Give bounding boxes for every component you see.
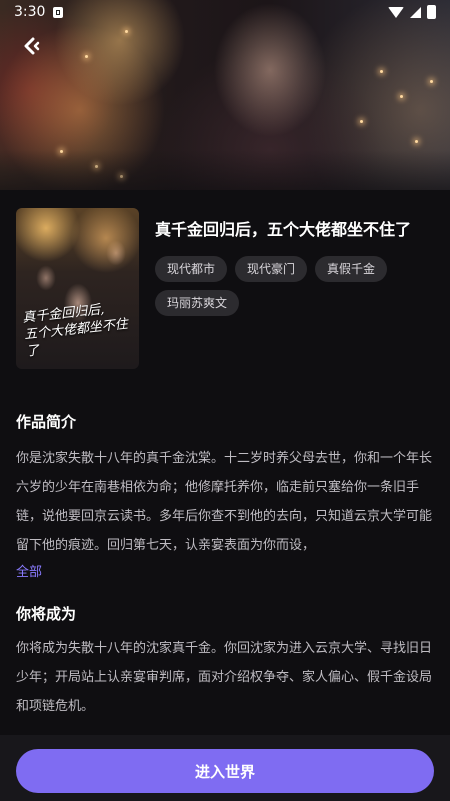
- book-cover: 真千金回归后, 五个大佬都坐不住了: [16, 208, 139, 369]
- intro-text: 你是沈家失散十八年的真千金沈棠。十二岁时养父母去世，你和一个年长六岁的少年在南巷…: [16, 451, 433, 553]
- battery-icon: [427, 5, 436, 19]
- tag[interactable]: 现代都市: [155, 256, 228, 282]
- expand-link[interactable]: 全部: [16, 561, 42, 580]
- cover-title: 真千金回归后, 五个大佬都坐不住了: [21, 302, 129, 360]
- tag-list: 现代都市 现代豪门 真假千金 玛丽苏爽文: [155, 256, 435, 316]
- tag[interactable]: 玛丽苏爽文: [155, 290, 240, 316]
- tag[interactable]: 现代豪门: [235, 256, 308, 282]
- wifi-icon: [388, 6, 404, 18]
- status-time: 3:30: [14, 4, 46, 20]
- tag[interactable]: 真假千金: [315, 256, 388, 282]
- back-button[interactable]: [20, 36, 46, 56]
- enter-world-button[interactable]: 进入世界: [16, 749, 434, 793]
- role-text: 你将成为失散十八年的沈家真千金。你回沈家为进入云京大学、寻找旧日少年；开局站上认…: [16, 641, 433, 714]
- hero-banner-image: [0, 0, 450, 190]
- back-arrow-icon: [24, 37, 40, 55]
- role-heading: 你将成为: [16, 605, 77, 623]
- status-bar: 3:30: [0, 0, 450, 24]
- signal-icon: [410, 6, 421, 18]
- intro-heading: 作品简介: [16, 413, 77, 431]
- notification-icon: [53, 6, 64, 18]
- book-title: 真千金回归后，五个大佬都坐不住了: [155, 220, 412, 239]
